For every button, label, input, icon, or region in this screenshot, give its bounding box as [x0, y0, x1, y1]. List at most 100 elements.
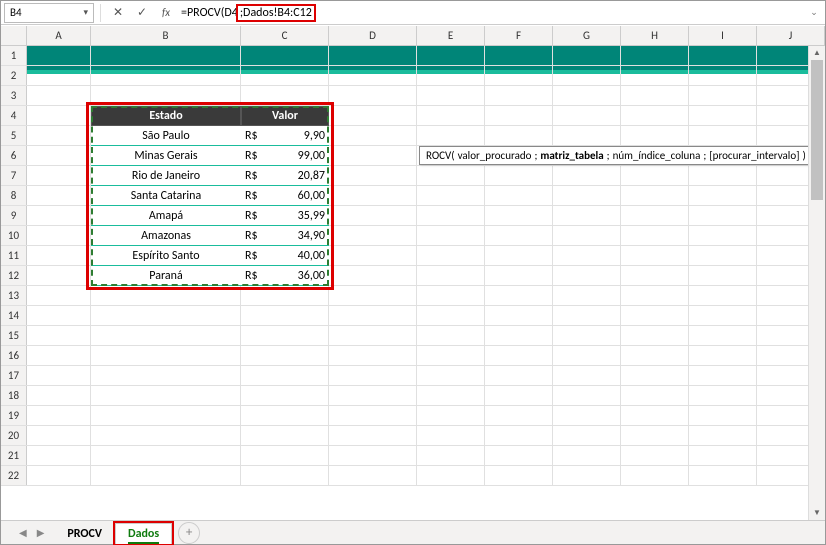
cell[interactable] — [485, 266, 553, 285]
cell[interactable] — [553, 226, 621, 245]
scrollbar-thumb[interactable] — [811, 60, 823, 200]
cell[interactable] — [329, 106, 417, 125]
cell[interactable] — [241, 406, 329, 425]
cell[interactable] — [329, 226, 417, 245]
cell[interactable] — [485, 166, 553, 185]
cell[interactable] — [329, 386, 417, 405]
cell[interactable] — [417, 466, 485, 485]
cell[interactable] — [553, 206, 621, 225]
cell[interactable] — [689, 406, 757, 425]
cell[interactable] — [27, 266, 91, 285]
cell[interactable] — [485, 106, 553, 125]
cell[interactable] — [91, 446, 241, 465]
cell[interactable] — [689, 106, 757, 125]
name-box[interactable]: B4 ▾ — [4, 3, 94, 23]
row-header-10[interactable]: 10 — [1, 226, 27, 245]
cell[interactable] — [417, 386, 485, 405]
cell[interactable] — [417, 446, 485, 465]
cell[interactable] — [241, 66, 329, 85]
cell[interactable] — [27, 66, 91, 85]
column-header-j[interactable]: J — [757, 26, 825, 45]
cell[interactable] — [27, 146, 91, 165]
cell[interactable] — [417, 206, 485, 225]
cell[interactable] — [553, 186, 621, 205]
cell[interactable] — [241, 386, 329, 405]
cell[interactable] — [27, 166, 91, 185]
column-header-h[interactable]: H — [621, 26, 689, 45]
cell[interactable] — [91, 386, 241, 405]
cell[interactable] — [329, 266, 417, 285]
sheet-tab-dados[interactable]: Dados — [115, 523, 172, 544]
cell[interactable] — [417, 426, 485, 445]
cell[interactable] — [621, 206, 689, 225]
cell[interactable] — [91, 86, 241, 105]
cell[interactable] — [553, 246, 621, 265]
cell[interactable] — [241, 286, 329, 305]
cell[interactable] — [91, 66, 241, 85]
cell[interactable] — [553, 46, 621, 65]
cell[interactable] — [27, 286, 91, 305]
cell[interactable] — [485, 126, 553, 145]
cell[interactable] — [621, 106, 689, 125]
cell[interactable] — [621, 366, 689, 385]
cell[interactable] — [689, 426, 757, 445]
column-header-f[interactable]: F — [485, 26, 553, 45]
cell[interactable] — [621, 166, 689, 185]
cell[interactable] — [689, 166, 757, 185]
cell[interactable] — [485, 186, 553, 205]
cell[interactable] — [241, 466, 329, 485]
cell[interactable] — [553, 166, 621, 185]
cell[interactable] — [621, 246, 689, 265]
cell[interactable] — [621, 86, 689, 105]
cell[interactable] — [689, 226, 757, 245]
cell[interactable] — [329, 206, 417, 225]
cell[interactable] — [689, 46, 757, 65]
cell[interactable] — [553, 366, 621, 385]
row-header-11[interactable]: 11 — [1, 246, 27, 265]
select-all-corner[interactable] — [1, 26, 27, 45]
cell[interactable] — [485, 226, 553, 245]
row-header-14[interactable]: 14 — [1, 306, 27, 325]
expand-formula-bar-icon[interactable]: ⌄ — [806, 7, 822, 18]
column-header-e[interactable]: E — [417, 26, 485, 45]
cell[interactable] — [329, 366, 417, 385]
column-header-a[interactable]: A — [27, 26, 91, 45]
cell[interactable] — [27, 206, 91, 225]
cell[interactable] — [27, 386, 91, 405]
cell[interactable] — [417, 106, 485, 125]
cell[interactable] — [91, 306, 241, 325]
cell[interactable] — [689, 386, 757, 405]
cell[interactable] — [689, 206, 757, 225]
row-header-13[interactable]: 13 — [1, 286, 27, 305]
cell[interactable] — [241, 46, 329, 65]
cell[interactable] — [417, 286, 485, 305]
cell[interactable] — [91, 406, 241, 425]
row-header-19[interactable]: 19 — [1, 406, 27, 425]
cell[interactable] — [485, 86, 553, 105]
cell[interactable] — [241, 86, 329, 105]
row-header-12[interactable]: 12 — [1, 266, 27, 285]
cell[interactable] — [91, 326, 241, 345]
cell[interactable] — [241, 446, 329, 465]
cell[interactable] — [241, 426, 329, 445]
cell[interactable] — [485, 306, 553, 325]
cell[interactable] — [689, 286, 757, 305]
cell[interactable] — [689, 186, 757, 205]
cell[interactable] — [329, 406, 417, 425]
cell[interactable] — [329, 326, 417, 345]
cell[interactable] — [417, 306, 485, 325]
cell[interactable] — [329, 46, 417, 65]
cell[interactable] — [329, 346, 417, 365]
cell[interactable] — [621, 346, 689, 365]
cell[interactable] — [417, 326, 485, 345]
cell[interactable] — [689, 326, 757, 345]
row-header-4[interactable]: 4 — [1, 106, 27, 125]
row-header-16[interactable]: 16 — [1, 346, 27, 365]
cell[interactable] — [621, 66, 689, 85]
cell[interactable] — [553, 66, 621, 85]
cell[interactable] — [689, 246, 757, 265]
cell[interactable] — [621, 126, 689, 145]
cell[interactable] — [417, 66, 485, 85]
cell[interactable] — [553, 346, 621, 365]
cancel-button[interactable]: ✕ — [107, 3, 129, 23]
